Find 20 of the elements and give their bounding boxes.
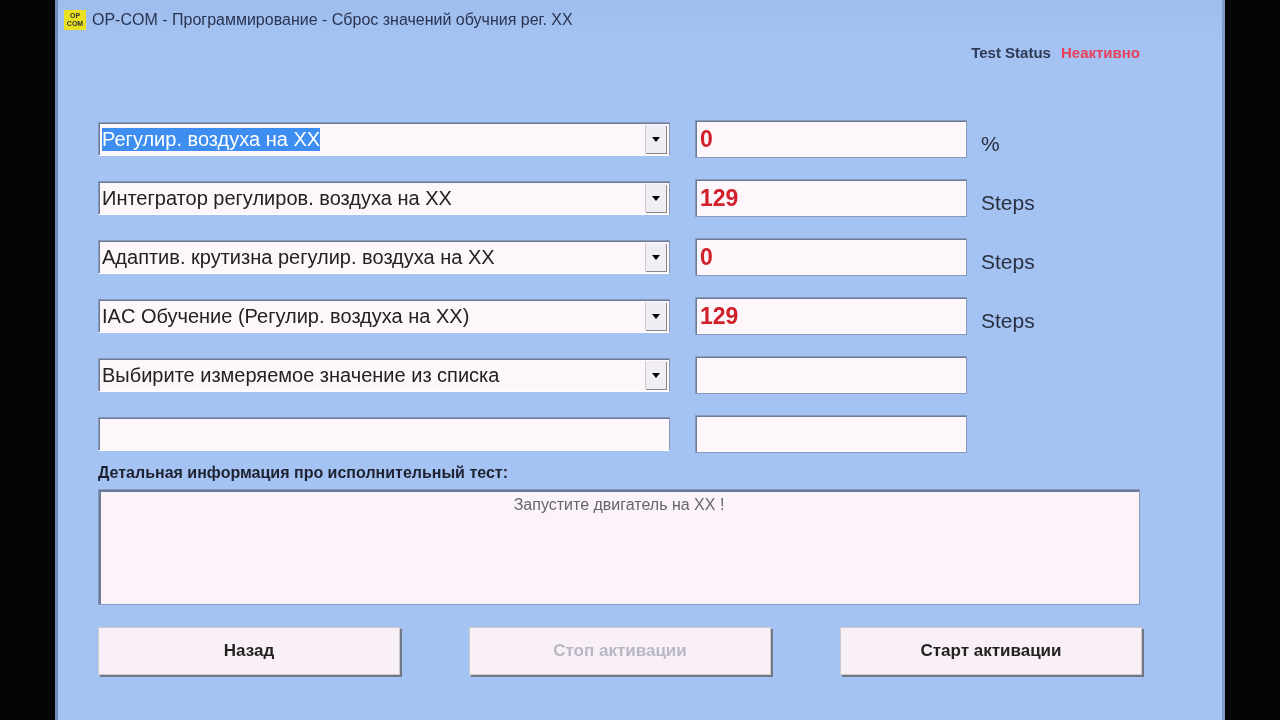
details-text: Запустите двигатель на XX ! [513,496,725,515]
status-value: Неактивно [1060,44,1140,61]
parameter-field[interactable] [98,417,670,451]
unit-label: % [981,132,1000,156]
parameter-dropdown[interactable]: IAC Обучение (Регулир. воздуха на XX) [98,299,670,333]
details-label: Детальная информация про исполнительный тест: [98,464,509,482]
value-field: 0 [695,120,967,158]
parameter-dropdown[interactable]: Адаптив. крутизна регулир. воздуха на XX [98,240,670,274]
unit-label: Steps [981,191,1035,215]
unit-label: Steps [981,250,1035,274]
action-button[interactable]: Старт активации [840,627,1142,675]
value-field: 129 [695,297,967,335]
parameter-dropdown[interactable]: Интегратор регулиров. воздуха на XX [98,181,670,215]
value-field: 0 [695,238,967,276]
action-button[interactable]: Назад [98,627,400,675]
unit-label: Steps [981,309,1035,333]
value-field: 129 [695,179,967,217]
parameter-dropdown[interactable]: Выбирите измеряемое значение из списка [98,358,670,392]
window-title: OP-COM - Программирование - Сброс значений обучния рег. XX [92,11,573,29]
status-label: Test Status [971,44,1051,61]
